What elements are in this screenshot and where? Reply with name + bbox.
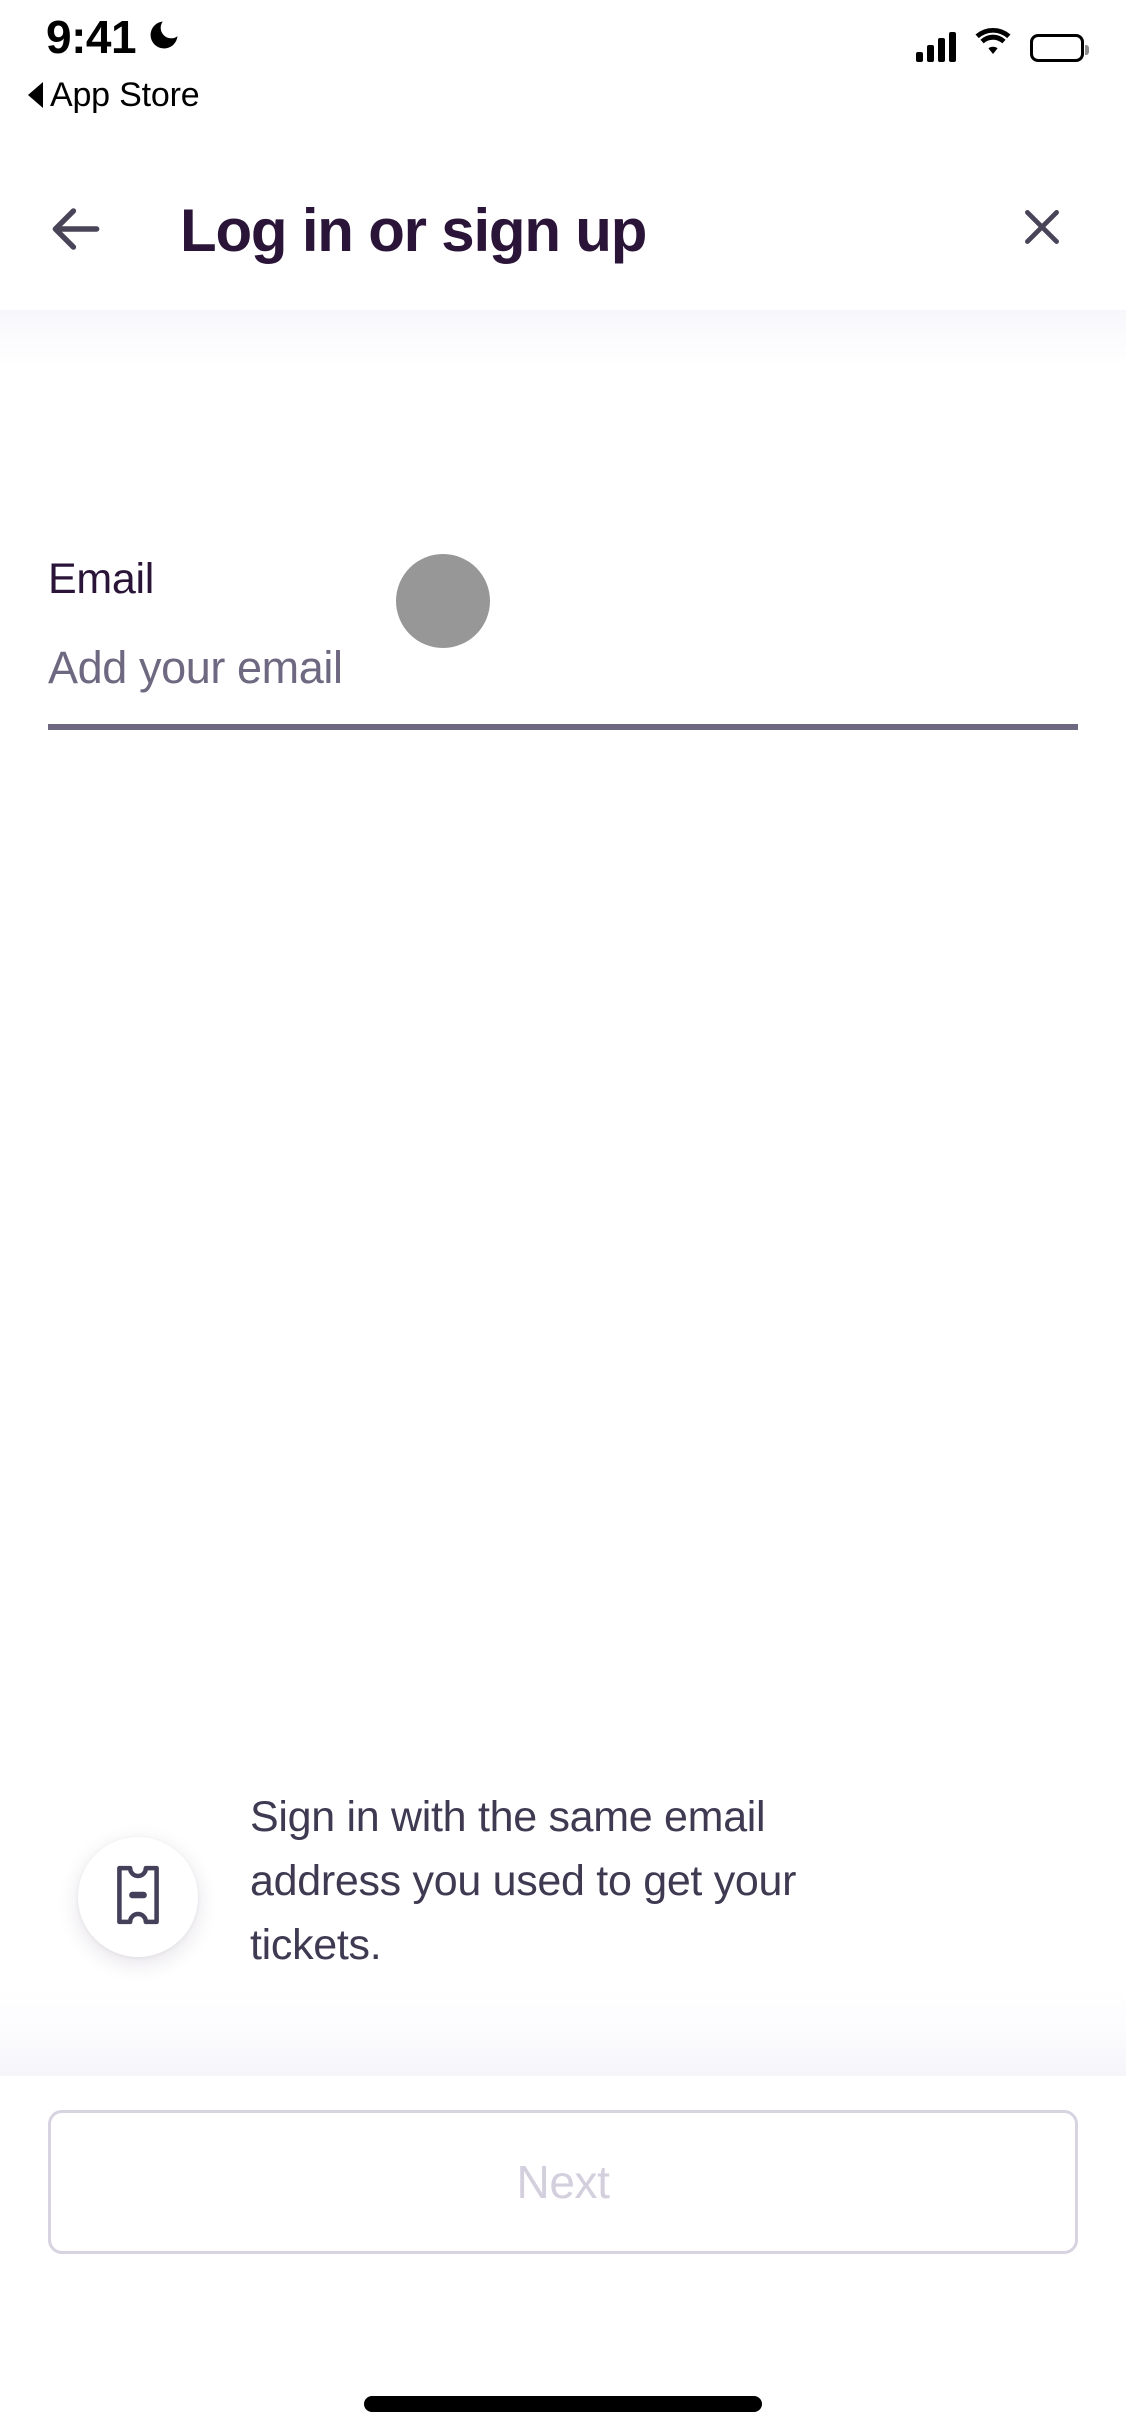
header-gradient-divider [0,308,1126,368]
arrow-left-icon [45,198,107,265]
bottom-action-bar: Next [0,2076,1126,2436]
navigation-bar: Log in or sign up [0,155,1126,310]
sign-in-hint-text: Sign in with the same email address you … [250,1793,797,1969]
email-input-placeholder[interactable]: Add your email [48,645,343,690]
status-bar-back-to-app[interactable]: App Store [28,76,200,114]
close-x-icon [1017,202,1067,257]
ticket-icon-badge [78,1837,198,1957]
status-bar-indicators [916,22,1089,62]
crescent-moon-icon [146,17,182,58]
status-time-group: 9:41 [46,14,182,60]
battery-full-icon [1030,34,1089,62]
email-field-underline [48,724,1078,730]
status-bar: 9:41 App Store [0,0,1126,140]
loading-circle-icon [396,554,490,648]
back-button[interactable] [28,183,124,279]
page-title: Log in or sign up [180,197,647,264]
bottom-gradient-divider [0,1990,1126,2076]
close-button[interactable] [996,183,1088,275]
wifi-icon [972,25,1014,62]
triangle-left-icon [28,82,43,108]
home-indicator-bar [364,2396,762,2412]
email-field-label: Email [48,555,155,603]
status-time: 9:41 [46,11,137,63]
status-bar-back-label: App Store [50,76,200,114]
next-button[interactable]: Next [48,2110,1078,2254]
app-screen: 9:41 App Store Log in or sign up Email A… [0,0,1126,2436]
cellular-signal-icon [916,32,956,62]
ticket-icon [115,1864,161,1931]
